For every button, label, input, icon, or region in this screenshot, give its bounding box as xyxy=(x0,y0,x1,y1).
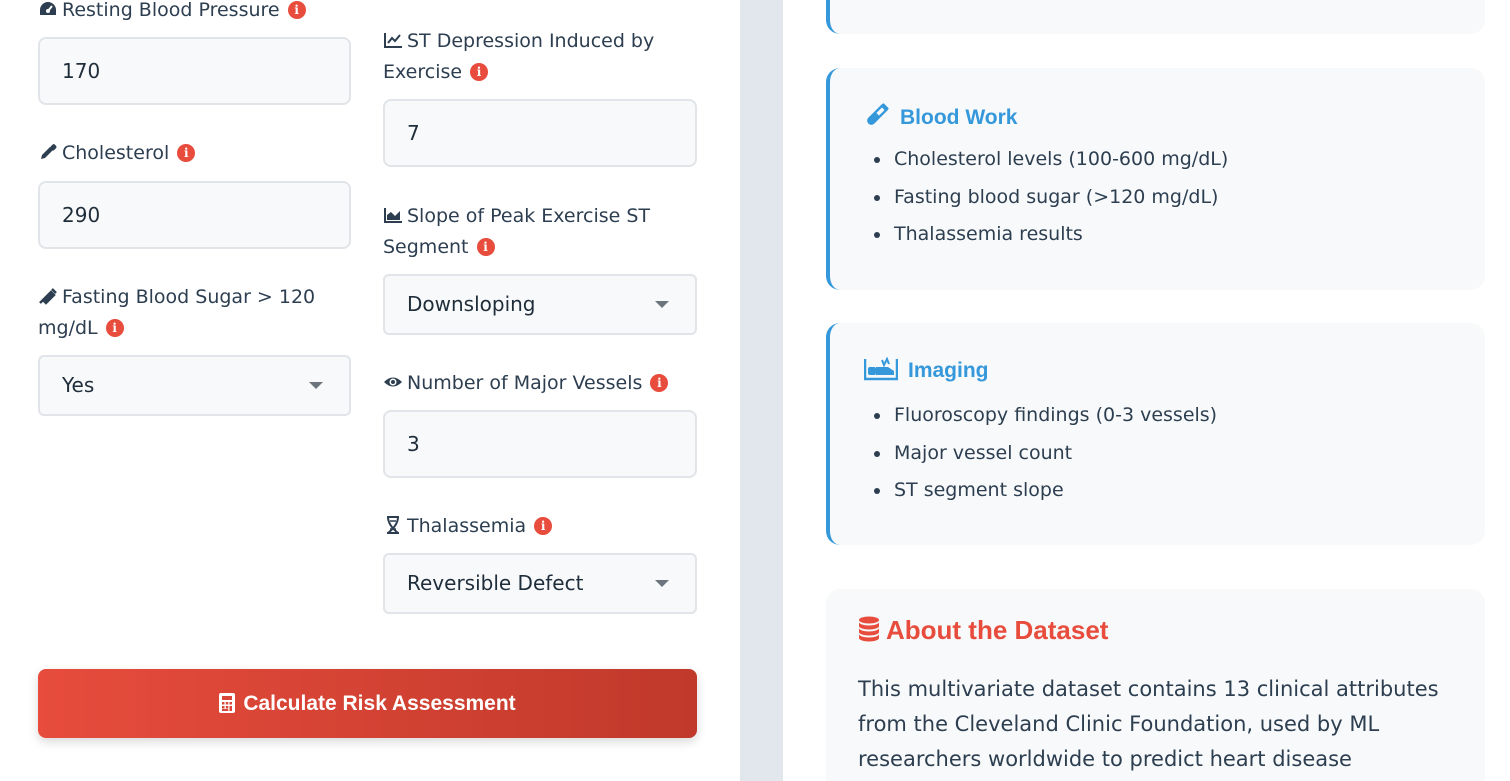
about-dataset-title-row: About the Dataset xyxy=(858,615,1108,646)
slope-label-row-2: Segment i xyxy=(383,232,703,263)
imaging-list: Fluoroscopy findings (0-3 vessels) Major… xyxy=(874,397,1217,510)
calculate-risk-label: Calculate Risk Assessment xyxy=(243,692,516,715)
blood-work-list: Cholesterol levels (100-600 mg/dL) Fasti… xyxy=(874,141,1228,254)
fasting-sugar-label-line1: Fasting Blood Sugar > 120 xyxy=(62,286,316,308)
blood-work-card: Blood Work Cholesterol levels (100-600 m… xyxy=(826,68,1485,290)
about-dataset-description: This multivariate dataset contains 13 cl… xyxy=(858,677,1439,771)
dna-icon xyxy=(387,516,399,534)
fasting-sugar-selected: Yes xyxy=(62,373,95,397)
chevron-down-icon xyxy=(309,382,323,389)
about-dataset-card: About the Dataset This multivariate data… xyxy=(826,589,1485,781)
slope-label-line2: Segment xyxy=(383,236,469,258)
info-icon[interactable]: i xyxy=(287,1,306,19)
info-icon[interactable]: i xyxy=(534,517,553,535)
slope-label-row: Slope of Peak Exercise ST xyxy=(383,201,703,232)
cholesterol-field: Cholesterol i xyxy=(38,138,196,169)
chart-area-icon xyxy=(384,208,402,223)
slope-field: Slope of Peak Exercise ST Segment i xyxy=(383,201,703,263)
imaging-title-row: Imaging xyxy=(864,357,989,383)
chevron-down-icon xyxy=(655,301,669,308)
slope-select[interactable]: Downsloping xyxy=(383,274,697,335)
thalassemia-select[interactable]: Reversible Defect xyxy=(383,553,697,614)
gauge-icon xyxy=(40,2,56,15)
cholesterol-label: Cholesterol xyxy=(62,142,170,164)
st-depression-label-line1: ST Depression Induced by xyxy=(407,30,655,52)
resting-bp-label: Resting Blood Pressure xyxy=(62,0,280,21)
eye-icon xyxy=(384,377,402,387)
thalassemia-selected: Reversible Defect xyxy=(407,571,584,595)
thalassemia-field: Thalassemia i xyxy=(383,511,703,542)
about-dataset-title: About the Dataset xyxy=(886,615,1109,645)
cholesterol-input[interactable]: 290 xyxy=(38,181,351,249)
list-item: Fasting blood sugar (>120 mg/dL) xyxy=(874,179,1228,217)
st-depression-label-row: ST Depression Induced by xyxy=(383,26,703,57)
previous-card xyxy=(826,0,1485,34)
thalassemia-label: Thalassemia xyxy=(407,515,527,537)
info-icon[interactable]: i xyxy=(476,238,495,256)
chart-line-icon xyxy=(384,33,402,48)
vessels-label-row: Number of Major Vessels i xyxy=(383,368,723,399)
prediction-form-panel: Resting Blood Pressure i 170 Cholesterol i… xyxy=(0,0,740,781)
fasting-sugar-label-line2: mg/dL xyxy=(38,317,98,339)
slope-selected: Downsloping xyxy=(407,292,536,316)
list-item: Cholesterol levels (100-600 mg/dL) xyxy=(874,141,1228,179)
imaging-title: Imaging xyxy=(908,359,989,382)
st-depression-field: ST Depression Induced by Exercise i xyxy=(383,26,703,88)
list-item: ST segment slope xyxy=(874,472,1217,510)
vessels-label: Number of Major Vessels xyxy=(407,372,643,394)
fasting-sugar-select[interactable]: Yes xyxy=(38,355,351,416)
x-ray-icon xyxy=(864,357,898,381)
list-item: Fluoroscopy findings (0-3 vessels) xyxy=(874,397,1217,435)
calculate-risk-button[interactable]: Calculate Risk Assessment xyxy=(38,669,697,738)
info-icon[interactable]: i xyxy=(470,63,489,81)
chevron-down-icon xyxy=(655,580,669,587)
thalassemia-label-row: Thalassemia i xyxy=(383,511,703,542)
vial-icon xyxy=(867,103,889,125)
info-icon[interactable]: i xyxy=(177,144,196,162)
list-item: Major vessel count xyxy=(874,435,1217,473)
vessels-field: Number of Major Vessels i xyxy=(383,368,723,399)
resting-bp-input[interactable]: 170 xyxy=(38,37,351,105)
fasting-sugar-label-row-2: mg/dL i xyxy=(38,313,358,344)
calculator-icon xyxy=(219,693,236,713)
fasting-sugar-label-row: Fasting Blood Sugar > 120 xyxy=(38,282,358,313)
info-icon[interactable]: i xyxy=(105,319,124,337)
slope-label-line1: Slope of Peak Exercise ST xyxy=(407,205,651,227)
list-item: Thalassemia results xyxy=(874,216,1228,254)
database-icon xyxy=(859,616,879,642)
blood-work-title-row: Blood Work xyxy=(864,102,1017,130)
syringe-icon xyxy=(39,288,57,305)
st-depression-label-row-2: Exercise i xyxy=(383,57,703,88)
resting-bp-label-row: Resting Blood Pressure i xyxy=(38,0,358,26)
column-gutter xyxy=(740,0,783,781)
cholesterol-label-row: Cholesterol i xyxy=(38,138,196,169)
blood-work-title: Blood Work xyxy=(900,106,1018,129)
vessels-input[interactable]: 3 xyxy=(383,410,697,478)
fasting-sugar-field: Fasting Blood Sugar > 120 mg/dL i xyxy=(38,282,358,344)
st-depression-input[interactable]: 7 xyxy=(383,99,697,167)
resting-bp-field: Resting Blood Pressure i xyxy=(38,0,358,26)
imaging-card: Imaging Fluoroscopy findings (0-3 vessel… xyxy=(826,323,1485,545)
st-depression-label-line2: Exercise xyxy=(383,61,463,83)
eyedropper-icon xyxy=(41,144,57,159)
info-icon[interactable]: i xyxy=(650,374,669,392)
